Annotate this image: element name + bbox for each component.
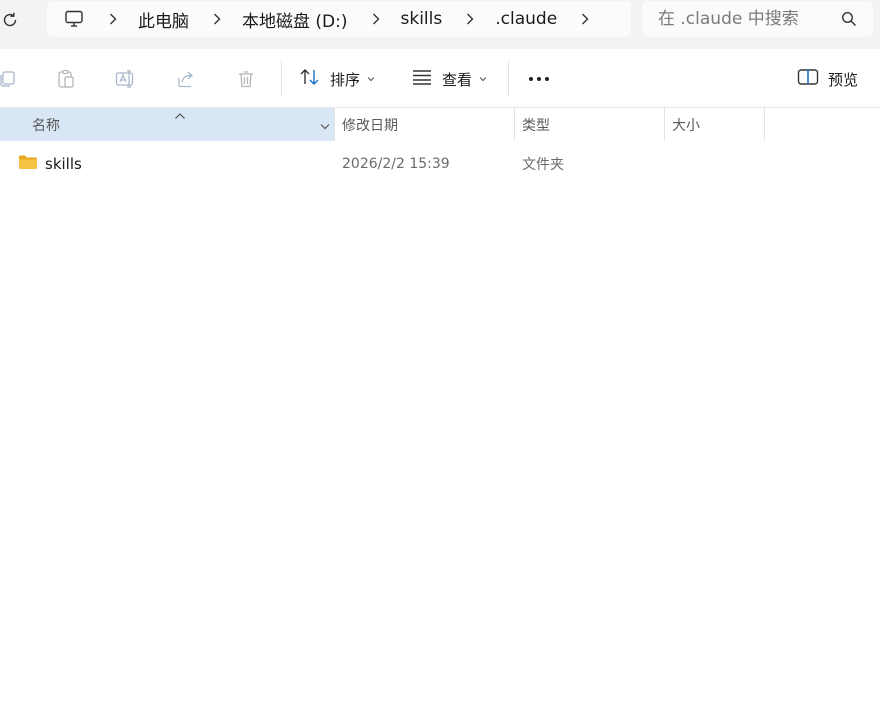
chevron-down-icon	[320, 115, 330, 134]
rename-icon[interactable]	[111, 64, 141, 94]
sort-button[interactable]: 排序	[299, 64, 377, 94]
view-button[interactable]: 查看	[411, 64, 489, 94]
search-icon[interactable]	[841, 11, 857, 27]
chevron-right-icon[interactable]	[210, 12, 224, 26]
column-header-name[interactable]: 名称	[0, 108, 316, 141]
breadcrumb-item-drive-d[interactable]: 本地磁盘 (D:)	[242, 7, 348, 32]
file-type: 文件夹	[522, 157, 564, 173]
preview-button[interactable]: 预览	[797, 64, 858, 94]
command-bar: 排序 查看 预览	[0, 50, 880, 107]
computer-icon[interactable]	[63, 8, 85, 30]
preview-label: 预览	[828, 70, 859, 89]
chevron-right-icon[interactable]	[369, 12, 383, 26]
folder-icon	[18, 154, 38, 174]
chevron-down-icon	[479, 74, 489, 84]
chevron-right-icon[interactable]	[463, 12, 477, 26]
toolbar-divider	[508, 61, 509, 97]
column-label-date-modified: 修改日期	[342, 117, 398, 134]
column-header-date-modified[interactable]: 修改日期	[335, 108, 514, 141]
view-label: 查看	[442, 70, 473, 89]
more-options-icon[interactable]	[524, 64, 554, 94]
column-label-size: 大小	[672, 117, 700, 134]
breadcrumb-item-claude[interactable]: .claude	[495, 9, 557, 29]
chevron-right-icon[interactable]	[106, 12, 120, 26]
search-box[interactable]	[642, 1, 873, 37]
column-divider[interactable]	[764, 108, 765, 141]
file-name-cell[interactable]: skills	[18, 148, 82, 180]
column-header-size[interactable]: 大小	[665, 108, 764, 141]
search-input[interactable]	[648, 5, 856, 33]
column-label-name: 名称	[32, 117, 60, 134]
paste-icon[interactable]	[51, 64, 81, 94]
list-view-icon	[411, 68, 433, 90]
file-name[interactable]: skills	[45, 155, 82, 173]
chevron-down-icon	[367, 74, 377, 84]
column-label-type: 类型	[522, 117, 550, 134]
copy-icon[interactable]	[0, 64, 22, 94]
file-date-modified: 2026/2/2 15:39	[342, 156, 450, 172]
column-name-dropdown[interactable]	[316, 108, 334, 141]
chevron-right-icon[interactable]	[578, 12, 592, 26]
breadcrumb-item-skills[interactable]: skills	[401, 9, 443, 29]
sort-ascending-icon	[174, 105, 186, 119]
breadcrumb[interactable]: 此电脑 本地磁盘 (D:) skills .claude	[47, 1, 631, 37]
column-headers: 名称 修改日期 类型 大小	[0, 107, 880, 141]
share-icon[interactable]	[171, 64, 201, 94]
column-header-type[interactable]: 类型	[515, 108, 664, 141]
address-bar-row: 此电脑 本地磁盘 (D:) skills .claude	[0, 0, 880, 49]
breadcrumb-item-this-pc[interactable]: 此电脑	[138, 7, 189, 32]
file-row[interactable]: skills 2026/2/2 15:39 文件夹	[0, 148, 880, 180]
delete-icon[interactable]	[231, 64, 261, 94]
toolbar-divider	[281, 61, 282, 97]
refresh-icon[interactable]	[0, 9, 22, 31]
sort-label: 排序	[330, 70, 361, 89]
preview-pane-icon	[797, 68, 819, 90]
sort-icon	[299, 67, 321, 91]
